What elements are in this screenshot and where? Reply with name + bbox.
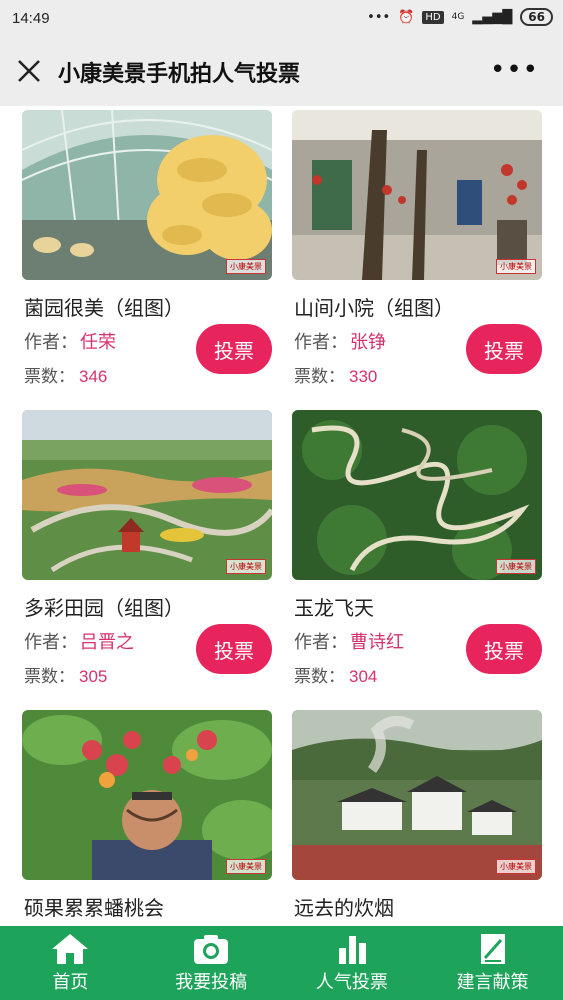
entry-title: 玉龙飞天 <box>294 596 374 620</box>
entry-card[interactable]: 小康美景 多彩田园（组图） 作者： 吕晋之 票数： 305 投票 <box>22 410 272 687</box>
watermark-stamp: 小康美景 <box>226 559 266 574</box>
watermark-stamp: 小康美景 <box>496 859 536 874</box>
tab-popular-vote[interactable]: 人气投票 <box>282 926 423 1000</box>
close-icon[interactable] <box>16 58 42 84</box>
entry-photo[interactable]: 小康美景 <box>292 410 542 580</box>
votes-row: 票数： 330 <box>294 362 377 387</box>
vote-count: 330 <box>349 367 378 386</box>
vote-button[interactable]: 投票 <box>466 624 542 674</box>
tab-label: 首页 <box>52 972 89 993</box>
votes-label: 票数： <box>24 367 75 387</box>
more-options-icon[interactable]: ••• <box>490 57 539 83</box>
entry-photo[interactable]: 小康美景 <box>22 410 272 580</box>
tab-submit[interactable]: 我要投稿 <box>141 926 282 1000</box>
vote-button[interactable]: 投票 <box>196 624 272 674</box>
tab-label: 建言献策 <box>456 972 529 993</box>
author-row: 作者： 张铮 <box>294 328 386 354</box>
bar-chart-icon <box>338 936 366 964</box>
navbar: 小康美景手机拍人气投票 ••• <box>0 38 563 106</box>
entry-title: 菌园很美（组图） <box>24 296 184 320</box>
author-row: 作者： 吕晋之 <box>24 628 134 654</box>
more-dots-icon: ••• <box>367 9 391 25</box>
status-bar: 14:49 ••• ⏰ HD 4G ▂▄▆█ 66 <box>0 0 563 38</box>
battery-indicator: 66 <box>520 8 553 26</box>
votes-label: 票数： <box>24 667 75 687</box>
status-time: 14:49 <box>12 10 50 27</box>
bottom-tab-bar: 首页 我要投稿 人气投票 建言献策 <box>0 926 563 1000</box>
alarm-icon: ⏰ <box>398 9 415 25</box>
page-title: 小康美景手机拍人气投票 <box>58 62 301 87</box>
watermark-stamp: 小康美景 <box>496 559 536 574</box>
author-name: 曹诗红 <box>350 632 404 653</box>
entry-card[interactable]: 小康美景 菌园很美（组图） 作者： 任荣 票数： 346 投票 <box>22 110 272 387</box>
entry-photo[interactable]: 小康美景 <box>22 710 272 880</box>
tab-label: 人气投票 <box>315 972 388 993</box>
entry-title: 山间小院（组图） <box>294 296 454 320</box>
votes-label: 票数： <box>294 667 345 687</box>
author-row: 作者： 任荣 <box>24 328 116 354</box>
hd-badge: HD <box>422 10 444 24</box>
watermark-stamp: 小康美景 <box>226 859 266 874</box>
author-name: 张铮 <box>350 332 386 353</box>
vote-count: 304 <box>349 667 378 686</box>
signal-icon: ▂▄▆█ <box>472 9 513 25</box>
votes-row: 票数： 305 <box>24 662 107 687</box>
author-label: 作者： <box>24 632 78 653</box>
watermark-stamp: 小康美景 <box>226 259 266 274</box>
author-name: 任荣 <box>80 332 116 353</box>
home-icon <box>52 934 89 964</box>
signal-label: 4G <box>451 12 465 22</box>
vote-button[interactable]: 投票 <box>196 324 272 374</box>
watermark-stamp: 小康美景 <box>496 259 536 274</box>
author-label: 作者： <box>24 332 78 353</box>
entry-title: 多彩田园（组图） <box>24 596 184 620</box>
votes-row: 票数： 304 <box>294 662 377 687</box>
vote-button[interactable]: 投票 <box>466 324 542 374</box>
pen-icon <box>480 934 505 964</box>
votes-label: 票数： <box>294 367 345 387</box>
entry-photo[interactable]: 小康美景 <box>292 110 542 280</box>
tab-home[interactable]: 首页 <box>0 926 141 1000</box>
entry-card[interactable]: 小康美景 硕果累累蟠桃会 <box>22 710 272 920</box>
entry-title: 硕果累累蟠桃会 <box>24 896 164 920</box>
author-label: 作者： <box>294 332 348 353</box>
entry-photo[interactable]: 小康美景 <box>22 110 272 280</box>
entry-grid: 小康美景 菌园很美（组图） 作者： 任荣 票数： 346 投票 小康美景 山间小… <box>0 106 563 926</box>
tab-label: 我要投稿 <box>175 972 248 993</box>
vote-count: 305 <box>79 667 108 686</box>
author-label: 作者： <box>294 632 348 653</box>
entry-card[interactable]: 小康美景 远去的炊烟 <box>292 710 542 920</box>
status-indicators: ••• ⏰ HD 4G ▂▄▆█ 66 <box>367 8 553 26</box>
entry-card[interactable]: 小康美景 玉龙飞天 作者： 曹诗红 票数： 304 投票 <box>292 410 542 687</box>
entry-photo[interactable]: 小康美景 <box>292 710 542 880</box>
author-name: 吕晋之 <box>80 632 134 653</box>
camera-icon <box>194 935 229 964</box>
entry-card[interactable]: 小康美景 山间小院（组图） 作者： 张铮 票数： 330 投票 <box>292 110 542 387</box>
entry-title: 远去的炊烟 <box>294 896 394 920</box>
tab-suggestions[interactable]: 建言献策 <box>422 926 563 1000</box>
author-row: 作者： 曹诗红 <box>294 628 404 654</box>
vote-count: 346 <box>79 367 108 386</box>
votes-row: 票数： 346 <box>24 362 107 387</box>
